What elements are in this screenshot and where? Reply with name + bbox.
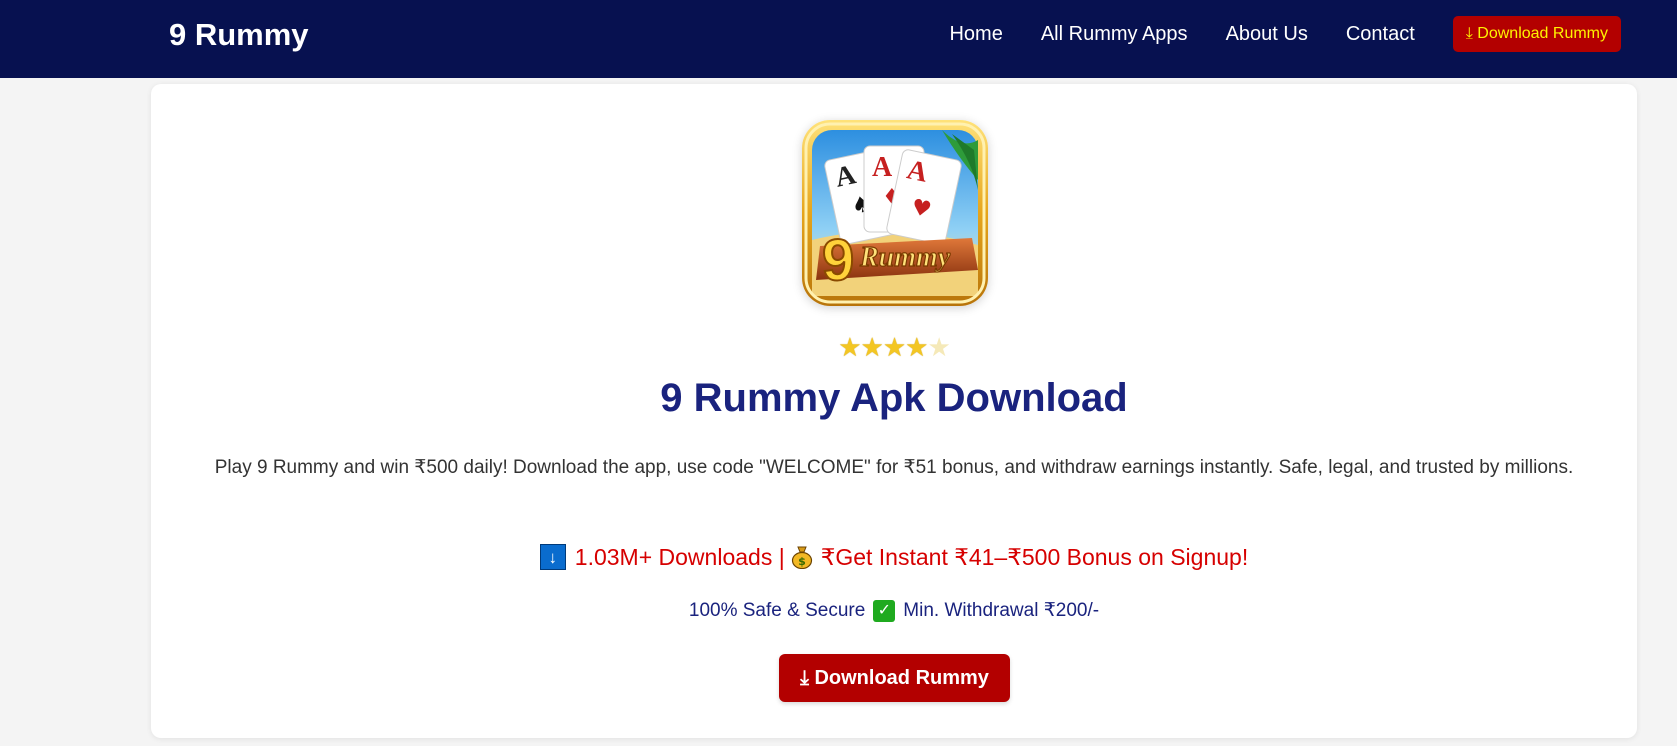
check-mark-icon: ✓ (873, 600, 896, 622)
star-icon: ★ (882, 332, 906, 362)
hero-card: A ♠ A ♦ A ♥ 9 Rummy ★★★★★ 9 Rummy Apk Do… (151, 84, 1637, 738)
nav-links: Home All Rummy Apps About Us Contact ⤓ D… (949, 0, 1677, 68)
download-rummy-button[interactable]: ⤓ Download Rummy (779, 654, 1010, 702)
downloads-count: 1.03M+ Downloads | (574, 544, 785, 570)
page-title: 9 Rummy Apk Download (660, 376, 1128, 420)
nav-link-all-rummy-apps[interactable]: All Rummy Apps (1041, 22, 1188, 46)
svg-text:$: $ (798, 555, 806, 568)
nav-download-button[interactable]: ⤓ Download Rummy (1452, 16, 1621, 52)
nav-link-home[interactable]: Home (949, 22, 1002, 46)
downloads-bonus-line: ↓ 1.03M+ Downloads | $ ₹Get Instant ₹41–… (151, 542, 1637, 572)
star-icon: ★ (838, 332, 861, 362)
star-empty-icon: ★ (927, 332, 950, 362)
nav-link-contact[interactable]: Contact (1346, 22, 1415, 46)
brand-logo[interactable]: 9 Rummy (169, 16, 309, 54)
min-withdrawal-text: Min. Withdrawal ₹200/- (903, 600, 1100, 621)
money-bag-icon: $ (791, 545, 813, 570)
svg-text:9: 9 (822, 228, 854, 293)
safety-info-line: 100% Safe & Secure ✓ Min. Withdrawal ₹20… (151, 598, 1637, 624)
safe-secure-text: 100% Safe & Secure (688, 600, 866, 621)
star-rating: ★★★★★ (151, 332, 1637, 362)
app-icon-image: A ♠ A ♦ A ♥ 9 Rummy (802, 120, 988, 306)
nav-link-about-us[interactable]: About Us (1226, 22, 1308, 46)
svg-text:A: A (872, 152, 893, 183)
bonus-offer: ₹Get Instant ₹41–₹500 Bonus on Signup! (820, 544, 1249, 570)
star-icon: ★ (860, 332, 884, 362)
down-arrow-icon: ↓ (539, 544, 566, 570)
svg-text:Rummy: Rummy (859, 242, 951, 273)
star-icon: ★ (905, 332, 928, 362)
app-description: Play 9 Rummy and win ₹500 daily! Downloa… (214, 457, 1574, 478)
top-navbar: 9 Rummy Home All Rummy Apps About Us Con… (0, 0, 1677, 78)
